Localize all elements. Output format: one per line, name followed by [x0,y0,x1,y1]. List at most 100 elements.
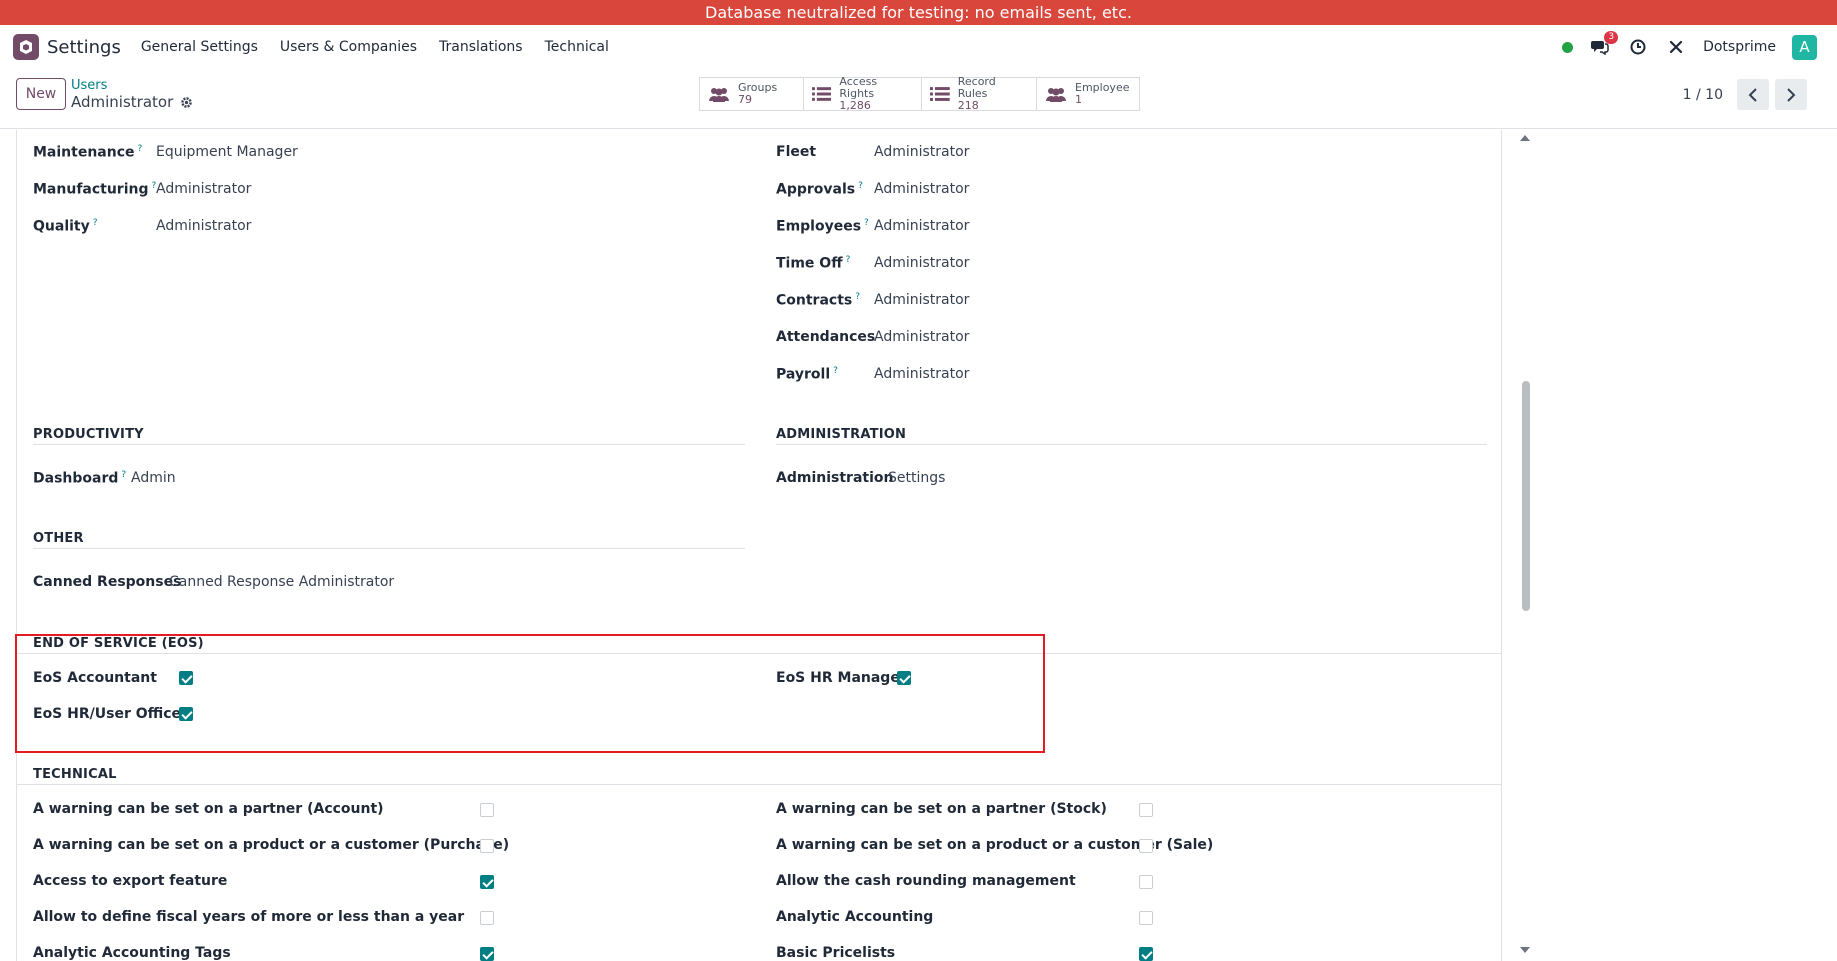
smart-button-label: Access Rights [839,75,878,100]
debug-tools-icon[interactable] [1665,36,1687,58]
pager-value[interactable]: 1 / 10 [1683,87,1723,103]
smart-button-value: 1 [1075,93,1082,106]
field-value[interactable]: Administrator [156,218,251,234]
control-panel: New Users Administrator Groups 79 Access … [0,69,1837,129]
scroll-down-icon[interactable] [1520,947,1530,953]
field-value[interactable]: Administrator [874,255,969,271]
field-label: Canned Responses [33,574,182,590]
breadcrumb-current-label: Administrator [71,93,174,111]
help-icon[interactable]: ? [138,144,143,154]
field-value[interactable]: Administrator [874,329,969,345]
scroll-up-icon[interactable] [1520,135,1530,141]
field-label: A warning can be set on a partner (Accou… [33,801,384,817]
smart-button-label: Record Rules [957,75,996,100]
section-divider [776,444,1487,445]
technical-checkbox[interactable] [480,911,494,925]
technical-checkbox[interactable] [480,839,494,853]
form-scrollbar[interactable] [1517,130,1533,961]
breadcrumb-current: Administrator [71,93,193,111]
activity-clock-icon[interactable] [1627,36,1649,58]
pager-previous-button[interactable] [1737,79,1769,110]
field-label: Access to export feature [33,873,228,889]
chevron-right-icon [1787,87,1796,102]
users-icon [709,88,729,102]
app-name[interactable]: Settings [47,37,121,58]
user-avatar[interactable]: A [1792,34,1817,60]
help-icon[interactable]: ? [93,218,98,228]
messages-count-badge: 3 [1604,31,1619,44]
users-icon [1046,88,1066,102]
smart-button-groups[interactable]: Groups 79 [700,78,804,110]
field-label: Basic Pricelists [776,945,896,961]
field-label: Analytic Accounting Tags [33,945,231,961]
help-icon[interactable]: ? [864,218,869,228]
breadcrumb-users[interactable]: Users [71,78,107,93]
eos-highlight-box [15,634,1045,753]
help-icon[interactable]: ? [121,470,126,480]
new-button[interactable]: New [16,78,66,110]
section-title-other: OTHER [33,531,84,546]
technical-checkbox[interactable] [480,875,494,889]
menu-translations[interactable]: Translations [439,39,523,55]
field-value[interactable]: Equipment Manager [156,144,298,160]
smart-button-access-rights[interactable]: Access Rights 1,286 [804,75,922,112]
field-label: Allow to define fiscal years of more or … [33,909,465,925]
field-value[interactable]: Administrator [874,144,969,160]
field-value[interactable]: Administrator [874,366,969,382]
field-value[interactable]: Admin [131,470,176,486]
section-divider [33,548,745,549]
smart-button-employee[interactable]: Employee 1 [1037,78,1139,110]
technical-checkbox[interactable] [1139,947,1153,961]
field-value[interactable]: Administrator [874,181,969,197]
field-label: Allow the cash rounding management [776,873,1076,889]
field-value[interactable]: Canned Response Administrator [169,574,394,590]
pager: 1 / 10 [1683,79,1807,110]
technical-checkbox[interactable] [1139,875,1153,889]
pager-next-button[interactable] [1775,79,1807,110]
menu-technical[interactable]: Technical [545,39,609,55]
messages-icon[interactable]: 3 [1589,31,1619,58]
smart-button-value: 218 [957,99,979,112]
field-label: Time Off? [776,255,851,272]
help-icon[interactable]: ? [858,181,863,191]
field-value[interactable]: Administrator [874,292,969,308]
field-label: Payroll? [776,366,838,383]
settings-app-icon[interactable] [13,34,39,60]
field-label: Maintenance? [33,144,143,161]
gear-icon[interactable] [180,96,193,109]
help-icon[interactable]: ? [855,292,860,302]
smart-button-value: 1,286 [839,99,871,112]
field-value[interactable]: Administrator [156,181,251,197]
field-value[interactable]: Settings [888,470,945,486]
smart-buttons: Groups 79 Access Rights 1,286 Record Rules… [699,75,1140,112]
field-label: Fleet [776,144,817,160]
field-value[interactable]: Administrator [874,218,969,234]
field-label: Administration [776,470,894,486]
field-label: Attendances [776,329,876,345]
section-divider [17,784,1501,785]
technical-checkbox[interactable] [1139,911,1153,925]
section-title-productivity: PRODUCTIVITY [33,427,144,442]
field-label: Dashboard? [33,470,127,487]
section-title-administration: ADMINISTRATION [776,427,907,442]
company-switcher[interactable]: Dotsprime [1703,39,1776,55]
technical-checkbox[interactable] [1139,803,1153,817]
top-navbar: Settings General Settings Users & Compan… [0,25,1837,69]
field-label: Manufacturing? [33,181,157,198]
scrollbar-thumb[interactable] [1522,381,1530,611]
list-icon [930,87,950,101]
menu-general-settings[interactable]: General Settings [141,39,258,55]
presence-status-icon [1562,41,1574,53]
smart-button-value: 79 [738,93,752,106]
help-icon[interactable]: ? [846,255,851,265]
user-form-sheet: Maintenance? Equipment Manager Manufactu… [16,130,1502,961]
technical-checkbox[interactable] [480,947,494,961]
technical-checkbox[interactable] [1139,839,1153,853]
smart-button-label: Employee [1075,81,1130,94]
smart-button-record-rules[interactable]: Record Rules 218 [922,75,1037,112]
field-label: Contracts? [776,292,861,309]
section-title-technical: TECHNICAL [33,767,117,782]
menu-users-companies[interactable]: Users & Companies [280,39,417,55]
help-icon[interactable]: ? [833,366,838,376]
technical-checkbox[interactable] [480,803,494,817]
